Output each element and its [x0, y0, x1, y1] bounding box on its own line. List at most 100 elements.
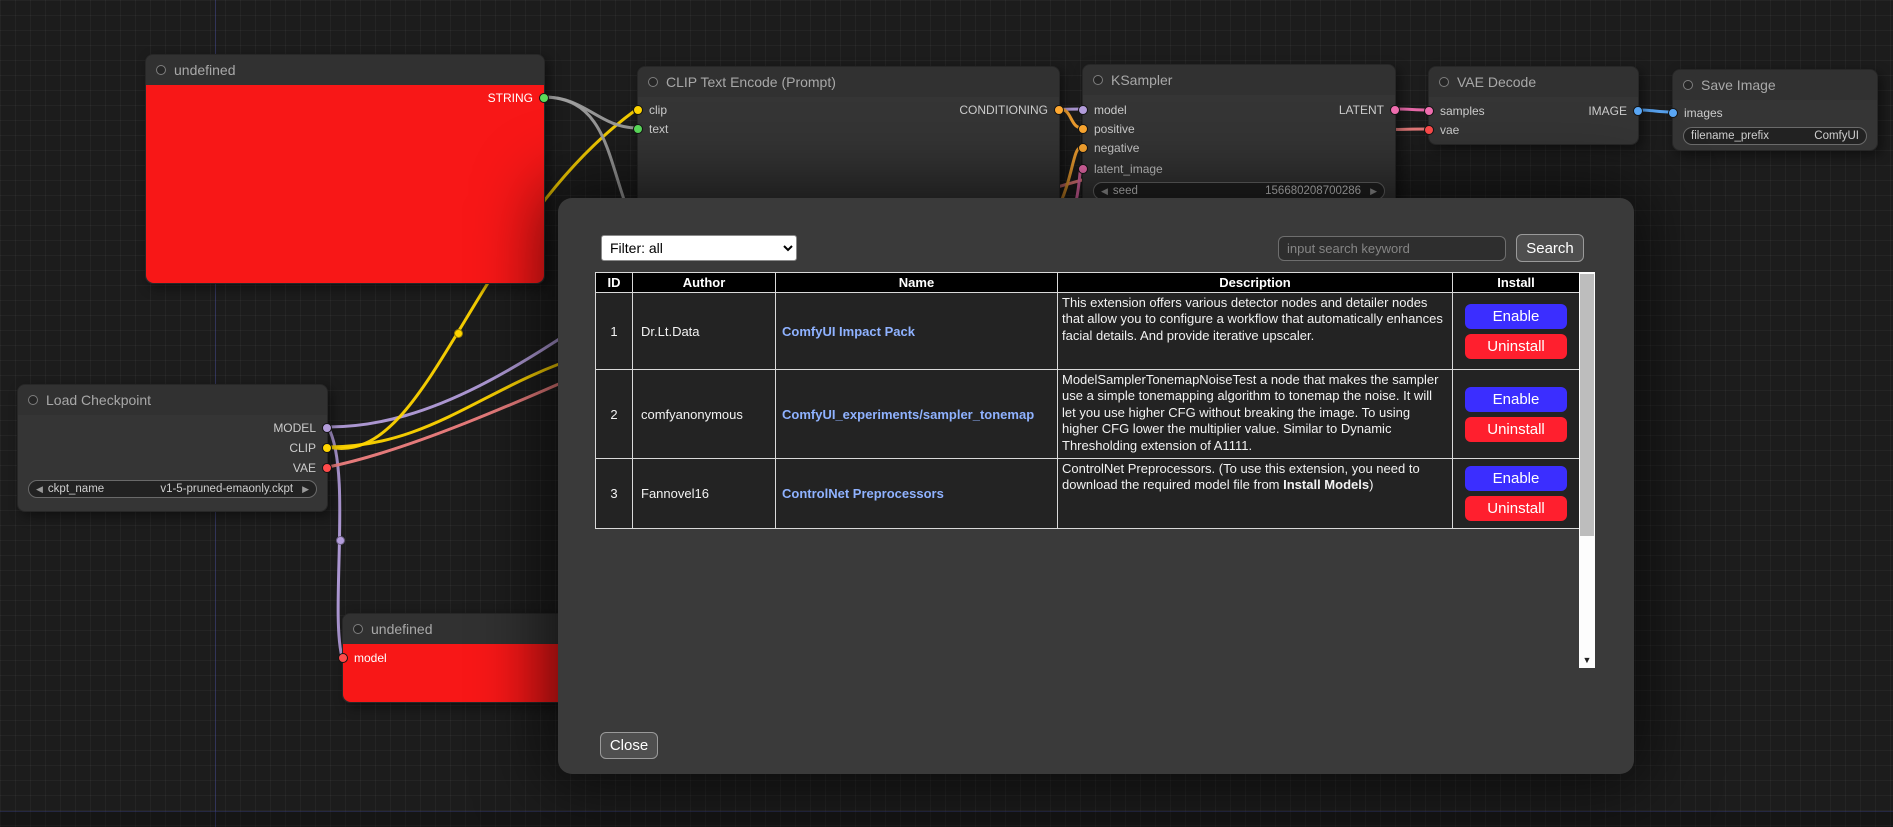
output-slot-latent[interactable]: LATENT [1339, 101, 1400, 119]
extension-link[interactable]: ControlNet Preprocessors [782, 486, 944, 501]
widget-label: ckpt_name [48, 483, 104, 495]
input-slot-samples[interactable]: samples [1424, 102, 1485, 120]
input-slot-text[interactable]: text [633, 120, 668, 138]
link-midpoint-dot [336, 536, 345, 545]
ckpt-name-widget[interactable]: ◀ ckpt_name v1-5-pruned-emaonly.ckpt ▶ [28, 480, 317, 498]
search-input[interactable] [1278, 236, 1506, 261]
collapse-dot-icon[interactable] [353, 624, 363, 634]
node-vae-decode[interactable]: VAE Decode samples vae IMAGE [1428, 66, 1639, 145]
arrow-left-icon[interactable]: ◀ [1101, 187, 1108, 196]
desc-text: This extension offers various detector n… [1062, 295, 1443, 343]
uninstall-button[interactable]: Uninstall [1465, 496, 1567, 521]
output-slot-clip[interactable]: CLIP [289, 439, 332, 457]
node-ksampler[interactable]: KSampler model positive negative latent_… [1082, 64, 1396, 214]
arrow-left-icon[interactable]: ◀ [36, 485, 43, 494]
slot-label: CLIP [289, 441, 316, 455]
output-dot-conditioning[interactable] [1054, 105, 1064, 115]
output-dot-model[interactable] [322, 423, 332, 433]
enable-button[interactable]: Enable [1465, 387, 1567, 412]
node-header[interactable]: undefined [343, 614, 581, 644]
node-save-image[interactable]: Save Image images filename_prefix ComfyU… [1672, 69, 1878, 151]
input-dot-model[interactable] [1078, 105, 1088, 115]
input-dot-samples[interactable] [1424, 106, 1434, 116]
slot-label: negative [1094, 141, 1139, 155]
extension-row: 3 Fannovel16 ControlNet Preprocessors Co… [596, 459, 1580, 529]
output-dot-latent[interactable] [1390, 105, 1400, 115]
collapse-dot-icon[interactable] [1093, 75, 1103, 85]
slot-label: MODEL [273, 421, 316, 435]
node-header[interactable]: KSampler [1083, 65, 1395, 95]
uninstall-button[interactable]: Uninstall [1465, 334, 1567, 359]
input-dot-vae[interactable] [1424, 125, 1434, 135]
node-header[interactable]: Load Checkpoint [18, 385, 327, 415]
input-dot-latent-image[interactable] [1078, 164, 1088, 174]
collapse-dot-icon[interactable] [1683, 80, 1693, 90]
collapse-dot-icon[interactable] [1439, 77, 1449, 87]
slot-label: model [1094, 103, 1127, 117]
scroll-down-icon[interactable]: ▼ [1579, 652, 1595, 668]
enable-button[interactable]: Enable [1465, 304, 1567, 329]
scrollbar[interactable]: ▼ [1579, 272, 1595, 668]
enable-button[interactable]: Enable [1465, 466, 1567, 491]
input-slot-model[interactable]: model [338, 649, 387, 667]
input-dot-positive[interactable] [1078, 124, 1088, 134]
ext-install-cell: Enable Uninstall [1453, 293, 1580, 370]
slot-label: samples [1440, 104, 1485, 118]
node-header[interactable]: CLIP Text Encode (Prompt) [638, 67, 1059, 97]
col-header-id: ID [596, 273, 633, 293]
output-dot-clip[interactable] [322, 443, 332, 453]
input-dot-images[interactable] [1668, 108, 1678, 118]
ext-description: ModelSamplerTonemapNoiseTest a node that… [1058, 370, 1453, 459]
arrow-right-icon[interactable]: ▶ [1370, 187, 1377, 196]
output-dot-vae[interactable] [322, 463, 332, 473]
collapse-dot-icon[interactable] [28, 395, 38, 405]
node-title: undefined [174, 62, 236, 78]
node-header[interactable]: VAE Decode [1429, 67, 1638, 97]
input-dot-model[interactable] [338, 653, 348, 663]
search-button[interactable]: Search [1516, 234, 1584, 262]
ext-install-cell: Enable Uninstall [1453, 459, 1580, 529]
link-midpoint-dot [454, 329, 463, 338]
output-slot-image[interactable]: IMAGE [1588, 102, 1643, 120]
input-dot-clip[interactable] [633, 105, 643, 115]
slot-label: CONDITIONING [959, 103, 1048, 117]
input-slot-model[interactable]: model [1078, 101, 1127, 119]
input-slot-clip[interactable]: clip [633, 101, 667, 119]
arrow-right-icon[interactable]: ▶ [302, 485, 309, 494]
output-slot-string[interactable]: STRING [488, 89, 549, 107]
node-header[interactable]: undefined [146, 55, 544, 85]
node-undefined-top[interactable]: undefined STRING [145, 54, 545, 284]
output-slot-conditioning[interactable]: CONDITIONING [959, 101, 1064, 119]
node-load-checkpoint[interactable]: Load Checkpoint MODEL CLIP VAE ◀ ckpt_na… [17, 384, 328, 512]
input-slot-positive[interactable]: positive [1078, 120, 1135, 138]
close-button[interactable]: Close [600, 732, 658, 759]
widget-value: ComfyUI [1814, 130, 1859, 142]
node-canvas[interactable]: undefined STRING CLIP Text Encode (Promp… [0, 0, 1893, 827]
output-slot-vae[interactable]: VAE [293, 459, 332, 477]
node-undefined-bottom[interactable]: undefined model [342, 613, 582, 703]
filename-prefix-widget[interactable]: filename_prefix ComfyUI [1683, 127, 1867, 145]
uninstall-button[interactable]: Uninstall [1465, 417, 1567, 442]
ext-author: Fannovel16 [633, 459, 776, 529]
slot-label: text [649, 122, 668, 136]
collapse-dot-icon[interactable] [648, 77, 658, 87]
input-slot-latent-image[interactable]: latent_image [1078, 160, 1163, 178]
input-slot-images[interactable]: images [1668, 104, 1723, 122]
input-dot-text[interactable] [633, 124, 643, 134]
scrollbar-thumb[interactable] [1580, 274, 1594, 536]
output-dot-image[interactable] [1633, 106, 1643, 116]
wire-string-to-text [545, 97, 637, 128]
extension-link[interactable]: ComfyUI_experiments/sampler_tonemap [782, 407, 1034, 422]
output-dot-string[interactable] [539, 93, 549, 103]
input-slot-vae[interactable]: vae [1424, 121, 1459, 139]
ext-author: comfyanonymous [633, 370, 776, 459]
input-slot-negative[interactable]: negative [1078, 139, 1139, 157]
node-header[interactable]: Save Image [1673, 70, 1877, 100]
input-dot-negative[interactable] [1078, 143, 1088, 153]
output-slot-model[interactable]: MODEL [273, 419, 332, 437]
extension-link[interactable]: ComfyUI Impact Pack [782, 324, 915, 339]
collapse-dot-icon[interactable] [156, 65, 166, 75]
desc-post: ) [1369, 477, 1373, 492]
extension-table: ID Author Name Description Install 1 Dr.… [595, 272, 1580, 529]
filter-select[interactable]: Filter: all [601, 235, 797, 261]
